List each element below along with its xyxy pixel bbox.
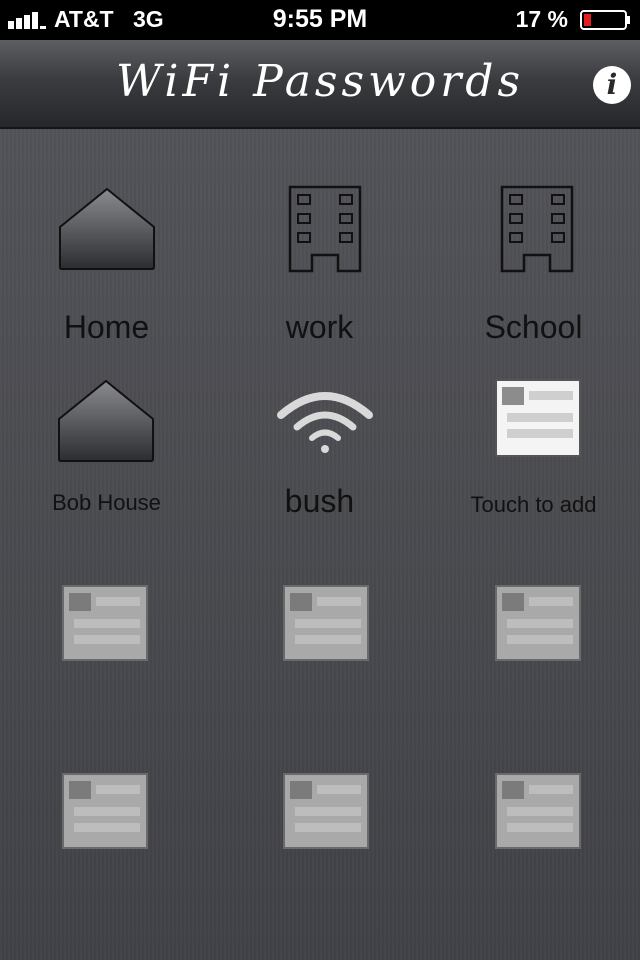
empty-slot[interactable] — [0, 579, 213, 669]
empty-slot[interactable] — [213, 579, 426, 669]
network-label: Touch to add — [470, 492, 597, 517]
network-item-bob-house[interactable]: Bob House — [0, 369, 213, 549]
house-icon — [59, 187, 155, 270]
empty-card-icon — [283, 585, 369, 661]
empty-card-icon — [283, 773, 369, 849]
add-network-button[interactable]: Touch to add — [427, 369, 640, 549]
network-grid: Home work School Bob House bush Touch to… — [0, 129, 640, 960]
building-icon — [500, 185, 574, 273]
building-icon — [288, 185, 362, 273]
status-bar: AT&T 3G 9:55 PM 17 % — [0, 0, 640, 40]
empty-card-icon — [62, 585, 148, 661]
info-icon[interactable]: i — [593, 66, 631, 104]
page-title: WiFi Passwords — [115, 56, 525, 107]
network-label: work — [285, 309, 354, 345]
network-item-school[interactable]: School — [427, 129, 640, 359]
empty-card-icon — [495, 773, 581, 849]
empty-slot[interactable] — [427, 767, 640, 857]
house-icon — [58, 379, 154, 462]
network-label: Bob House — [52, 490, 161, 515]
empty-slot[interactable] — [427, 579, 640, 669]
empty-slot[interactable] — [0, 767, 213, 857]
battery-icon — [580, 10, 630, 30]
network-item-bush[interactable]: bush — [213, 369, 426, 549]
network-item-work[interactable]: work — [213, 129, 426, 359]
network-item-home[interactable]: Home — [0, 129, 213, 359]
network-label: School — [484, 309, 583, 345]
empty-card-icon — [62, 773, 148, 849]
battery-percent: 17 % — [515, 6, 568, 32]
network-label: Home — [63, 309, 150, 345]
wifi-icon — [277, 392, 373, 453]
nav-bar: WiFi Passwords — [0, 40, 640, 129]
empty-card-icon — [495, 585, 581, 661]
add-card-icon — [495, 379, 581, 457]
network-label: bush — [284, 483, 355, 519]
empty-slot[interactable] — [213, 767, 426, 857]
